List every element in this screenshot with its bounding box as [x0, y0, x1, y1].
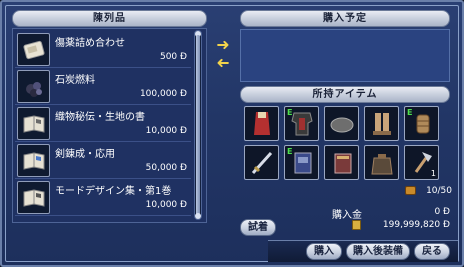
- arrow-right-icon[interactable]: ➜: [210, 37, 236, 53]
- list-item[interactable]: 傷薬詰め合わせ 500 Ð: [15, 31, 191, 68]
- helmet-icon: [330, 117, 353, 132]
- buy-and-equip-button[interactable]: 購入後装備: [346, 243, 410, 260]
- list-item[interactable]: 石炭燃料 100,000 Ð: [15, 68, 191, 105]
- book-icon: [17, 144, 50, 177]
- goods-scrollbar[interactable]: [194, 30, 202, 220]
- purchase-plan-box[interactable]: [240, 29, 450, 82]
- inventory-capacity: 10/50: [426, 186, 452, 196]
- scroll-thumb[interactable]: [196, 35, 200, 217]
- book-icon: [334, 153, 351, 173]
- item-price: 100,000 Ð: [139, 89, 187, 99]
- back-button[interactable]: 戻る: [414, 243, 450, 260]
- equipped-mark: E: [287, 108, 293, 117]
- item-name: 石炭燃料: [55, 75, 95, 86]
- arrow-left-icon[interactable]: ➜: [210, 53, 236, 72]
- equipped-mark: E: [287, 147, 293, 156]
- item-price: 10,000 Ð: [145, 126, 187, 136]
- try-on-button[interactable]: 試着: [240, 219, 276, 236]
- book-icon: [17, 181, 50, 214]
- plan-header: 購入予定: [240, 10, 450, 27]
- money-icon: [352, 220, 361, 230]
- equipped-mark: E: [407, 108, 413, 117]
- scroll-down-cap[interactable]: [195, 213, 201, 219]
- goods-list[interactable]: 傷薬詰め合わせ 500 Ð 石炭燃料 100,000 Ð 織物秘伝・生地の書 1…: [12, 28, 207, 223]
- list-item[interactable]: モードデザイン集・第1巻 10,000 Ð: [15, 179, 191, 216]
- purchase-amount: 0 Ð: [434, 207, 450, 217]
- list-item[interactable]: 織物秘伝・生地の書 10,000 Ð: [15, 105, 191, 142]
- item-price: 10,000 Ð: [145, 200, 187, 210]
- inventory-slot[interactable]: [364, 145, 399, 180]
- item-name: 傷薬詰め合わせ: [55, 38, 125, 49]
- sword-icon: [251, 151, 272, 174]
- inventory-header: 所持アイテム: [240, 86, 450, 103]
- item-name: モードデザイン集・第1巻: [55, 186, 172, 197]
- inventory-slot[interactable]: E: [284, 145, 319, 180]
- inventory-slot[interactable]: E: [404, 106, 439, 141]
- boots-icon: [372, 112, 391, 135]
- item-name: 剣錬成・応用: [55, 149, 115, 160]
- goods-header: 陳列品: [12, 10, 207, 27]
- inventory-slot[interactable]: [324, 106, 359, 141]
- inventory-slot[interactable]: [244, 106, 279, 141]
- bag-icon: [370, 153, 393, 174]
- medicine-pack-icon: [17, 33, 50, 66]
- chest-icon: [405, 186, 416, 195]
- buy-button[interactable]: 購入: [306, 243, 342, 260]
- money-total: 199,999,820 Ð: [382, 220, 450, 230]
- coal-icon: [17, 70, 50, 103]
- item-price: 50,000 Ð: [145, 163, 187, 173]
- item-quantity: 1: [430, 169, 436, 178]
- inventory-slot[interactable]: 1: [404, 145, 439, 180]
- list-item[interactable]: 剣錬成・応用 50,000 Ð: [15, 142, 191, 179]
- inventory-slot[interactable]: E: [284, 106, 319, 141]
- red-cape-icon: [253, 111, 270, 135]
- item-price: 500 Ð: [159, 52, 187, 62]
- purchase-amount-label: 購入金: [332, 210, 362, 221]
- book-icon: [17, 107, 50, 140]
- inventory-slot[interactable]: [364, 106, 399, 141]
- inventory-slot[interactable]: [324, 145, 359, 180]
- inventory-slot[interactable]: [244, 145, 279, 180]
- item-name: 織物秘伝・生地の書: [55, 112, 145, 123]
